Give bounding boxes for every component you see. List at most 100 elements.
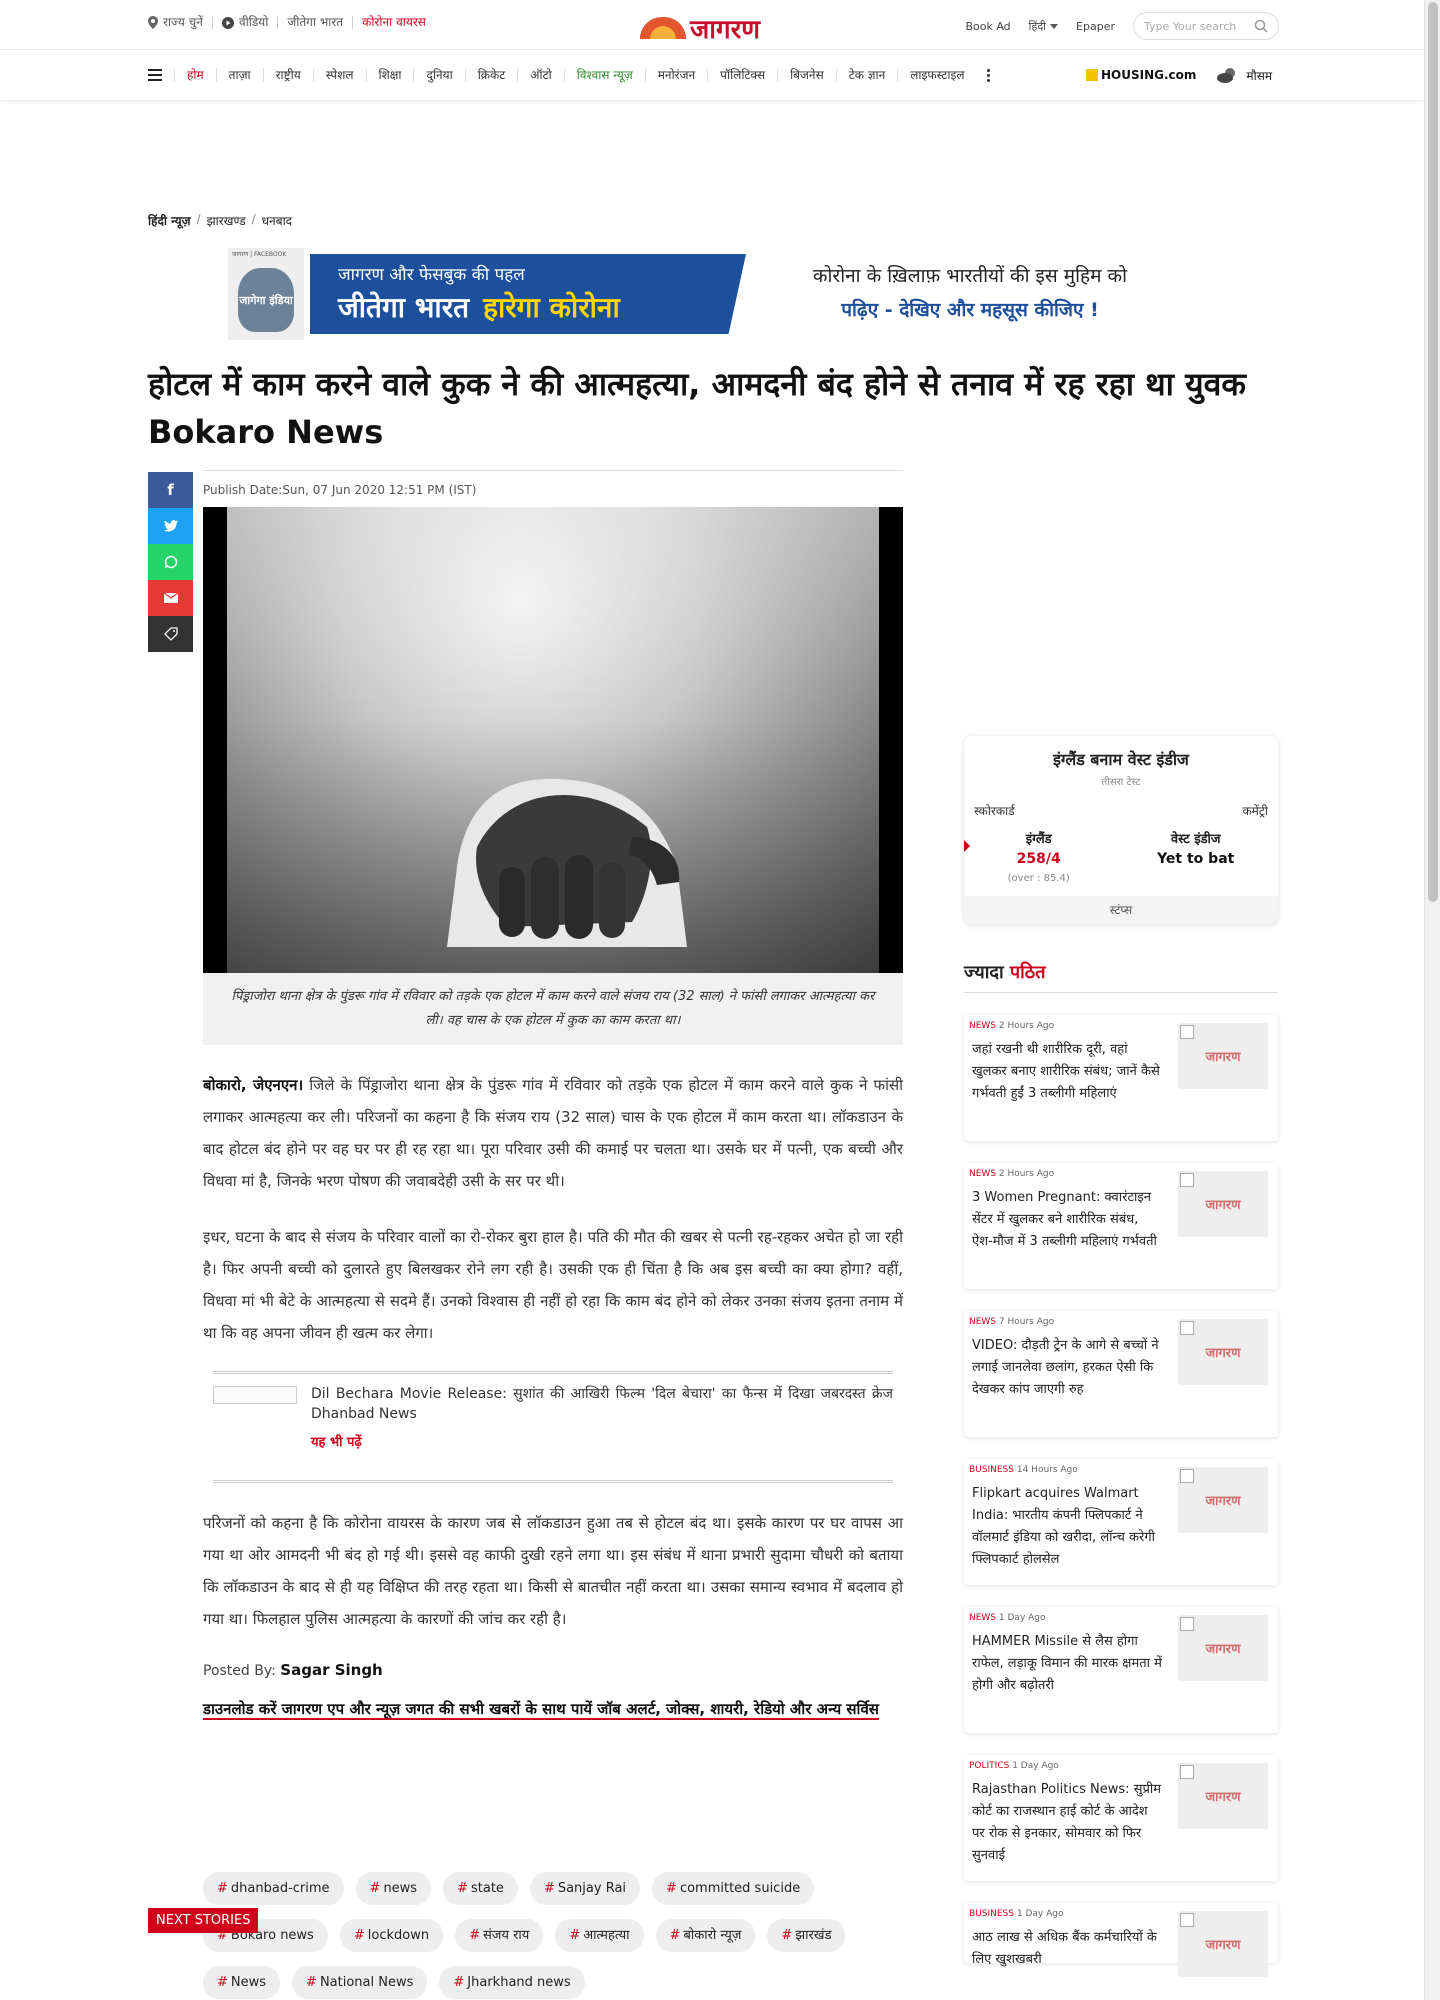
- search-icon[interactable]: [1254, 19, 1268, 33]
- card-title: 3 Women Pregnant: क्वारंटाइन सेंटर में ख…: [972, 1190, 1157, 1249]
- page-scrollbar[interactable]: [1424, 0, 1440, 2000]
- tag-chip[interactable]: # news: [355, 1872, 432, 1905]
- housing-logo[interactable]: HOUSING.com: [1086, 68, 1196, 82]
- next-stories-button[interactable]: NEXT STORIES: [148, 1908, 259, 1933]
- nav-item-politics[interactable]: पॉलिटिक्स: [707, 68, 777, 82]
- video-link[interactable]: वीडियो: [213, 16, 279, 29]
- nav-item-national[interactable]: राष्ट्रीय: [262, 68, 313, 82]
- whatsapp-share-button[interactable]: [148, 544, 193, 580]
- epaper-link[interactable]: Epaper: [1076, 20, 1115, 33]
- tag-chip[interactable]: # आत्महत्या: [555, 1919, 644, 1952]
- most-read-card[interactable]: NEWS 2 Hours Ago जहां रखनी थी शारीरिक दू…: [964, 1015, 1278, 1141]
- book-ad-link[interactable]: Book Ad: [965, 20, 1010, 33]
- more-vertical-icon[interactable]: [986, 68, 990, 82]
- breadcrumb-home[interactable]: हिंदी न्यूज़: [148, 212, 191, 229]
- nav-item-special[interactable]: स्पेशल: [312, 68, 366, 82]
- card-thumbnail: जागरण: [1178, 1615, 1268, 1681]
- state-select-link[interactable]: राज्य चुनें: [148, 16, 213, 29]
- match-status: स्टंप्स: [964, 896, 1278, 924]
- language-label: हिंदी: [1028, 19, 1047, 33]
- team-name: इंग्लैंड: [1025, 832, 1052, 847]
- banner-line1: जागरण और फेसबुक की पहल: [338, 265, 525, 285]
- thumbnail-logo-text: जागरण: [1205, 1494, 1241, 1509]
- most-read-card[interactable]: BUSINESS 1 Day Ago आठ लाख से अधिक बैंक क…: [964, 1903, 1278, 1977]
- most-read-card[interactable]: POLITICS 1 Day Ago Rajasthan Politics Ne…: [964, 1755, 1278, 1881]
- batting-indicator-icon: [964, 840, 970, 852]
- weather-link[interactable]: मौसम: [1216, 67, 1272, 84]
- social-share-bar: f: [148, 472, 193, 652]
- facebook-share-button[interactable]: f: [148, 472, 193, 508]
- nav-item-business[interactable]: बिजनेस: [777, 68, 836, 82]
- download-app-link[interactable]: डाउनलोड करें जागरण एप और न्यूज़ जगत की स…: [203, 1693, 903, 1725]
- banner-small-label: जागरण | FACEBOOK: [232, 251, 287, 258]
- tag-button[interactable]: [148, 616, 193, 652]
- breadcrumb-jharkhand[interactable]: झारखण्ड: [207, 212, 246, 229]
- tag-chip[interactable]: # संजय राय: [455, 1919, 544, 1952]
- most-read-card[interactable]: NEWS 1 Day Ago HAMMER Missile से लैस होग…: [964, 1607, 1278, 1733]
- top-links: राज्य चुनें वीडियो जीतेगा भारत कोरोना वा…: [148, 16, 435, 29]
- twitter-share-button[interactable]: [148, 508, 193, 544]
- tag-chip[interactable]: # Jharkhand news: [439, 1966, 585, 1999]
- hash-icon: #: [217, 1975, 228, 1990]
- image-backdrop: [227, 507, 879, 973]
- tag-chip[interactable]: # state: [443, 1872, 518, 1905]
- article-paragraph: बोकारो, जेएनएन। जिले के पिंड्राजोरा थाना…: [203, 1069, 903, 1197]
- image-placeholder-icon: [1180, 1913, 1194, 1927]
- nav-item-lifestyle[interactable]: लाइफस्टाइल: [897, 68, 976, 82]
- language-select[interactable]: हिंदी: [1028, 19, 1059, 34]
- hash-icon: #: [306, 1975, 317, 1990]
- search-input[interactable]: Type Your search: [1133, 12, 1279, 40]
- india-map-graphic: जागेगा इंडिया: [238, 268, 294, 332]
- tag-chip[interactable]: # Sanjay Rai: [529, 1872, 641, 1905]
- hamburger-menu-icon[interactable]: [148, 69, 162, 81]
- breadcrumb: हिंदी न्यूज़ / झारखण्ड / धनबाद: [148, 212, 292, 229]
- card-category: BUSINESS 14 Hours Ago: [969, 1465, 1078, 1475]
- jagran-logo[interactable]: जागरण: [640, 10, 760, 46]
- card-thumbnail: जागरण: [1178, 1763, 1268, 1829]
- tag-chip[interactable]: # National News: [292, 1966, 428, 1999]
- nav-item-latest[interactable]: ताज़ा: [215, 68, 263, 82]
- publish-date: Publish Date:Sun, 07 Jun 2020 12:51 PM (…: [203, 470, 903, 497]
- tag-chip[interactable]: # committed suicide: [652, 1872, 815, 1905]
- thumbnail-logo-text: जागरण: [1205, 1938, 1241, 1953]
- nav-item-education[interactable]: शिक्षा: [365, 68, 414, 82]
- tag-chip[interactable]: # News: [203, 1966, 281, 1999]
- nav-item-cricket[interactable]: क्रिकेट: [464, 68, 518, 82]
- most-read-card[interactable]: BUSINESS 14 Hours Ago Flipkart acquires …: [964, 1459, 1278, 1585]
- hash-icon: #: [453, 1975, 465, 1990]
- nav-item-home[interactable]: होम: [174, 68, 216, 82]
- tag-label: संजय राय: [482, 1928, 530, 1943]
- most-read-card[interactable]: NEWS 7 Hours Ago VIDEO: दौड़ती ट्रेन के …: [964, 1311, 1278, 1437]
- article-column: Publish Date:Sun, 07 Jun 2020 12:51 PM (…: [203, 470, 903, 1725]
- nav-item-world[interactable]: दुनिया: [413, 68, 464, 82]
- related-story-box[interactable]: Dil Bechara Movie Release: सुशांत की आखि…: [213, 1371, 893, 1483]
- jeetega-bharat-link[interactable]: जीतेगा भारत: [278, 16, 354, 29]
- scorecard-link[interactable]: स्कोरकार्ड: [974, 802, 1015, 819]
- email-icon: [163, 593, 178, 603]
- nav-item-vishvas-news[interactable]: विश्वास न्यूज़: [563, 68, 645, 82]
- commentary-link[interactable]: कमेंट्री: [1242, 802, 1268, 819]
- sun-logo-icon: [640, 17, 686, 39]
- tag-chip[interactable]: # dhanbad-crime: [203, 1872, 344, 1905]
- breadcrumb-dhanbad[interactable]: धनबाद: [262, 212, 292, 229]
- time-label: 7 Hours Ago: [998, 1317, 1055, 1327]
- download-app-text: डाउनलोड करें जागरण एप और न्यूज़ जगत की स…: [203, 1700, 879, 1720]
- nav-item-tech[interactable]: टेक ज्ञान: [835, 68, 898, 82]
- email-share-button[interactable]: [148, 580, 193, 616]
- image-placeholder-icon: [1180, 1765, 1194, 1779]
- tag-chip[interactable]: # झारखंड: [767, 1919, 846, 1952]
- time-label: 2 Hours Ago: [998, 1169, 1055, 1179]
- campaign-banner[interactable]: जागरण | FACEBOOK जागेगा इंडिया जागरण और …: [228, 248, 1158, 340]
- cricket-score-widget[interactable]: इंग्लैंड बनाम वेस्ट इंडीज तीसरा टेस्ट स्…: [964, 736, 1278, 924]
- most-read-card[interactable]: NEWS 2 Hours Ago 3 Women Pregnant: क्वार…: [964, 1163, 1278, 1289]
- thumbnail-logo-text: जागरण: [1205, 1198, 1241, 1213]
- corona-virus-link[interactable]: कोरोना वायरस: [353, 16, 435, 29]
- tag-label: News: [230, 1975, 267, 1990]
- category-label: NEWS: [969, 1021, 997, 1031]
- category-label: BUSINESS: [969, 1465, 1014, 1475]
- tag-chip[interactable]: # बोकारो न्यूज़: [655, 1919, 756, 1952]
- nav-item-entertainment[interactable]: मनोरंजन: [644, 68, 707, 82]
- tag-chip[interactable]: # lockdown: [339, 1919, 444, 1952]
- scrollbar-thumb[interactable]: [1428, 2, 1438, 902]
- nav-item-auto[interactable]: ऑटो: [517, 68, 563, 82]
